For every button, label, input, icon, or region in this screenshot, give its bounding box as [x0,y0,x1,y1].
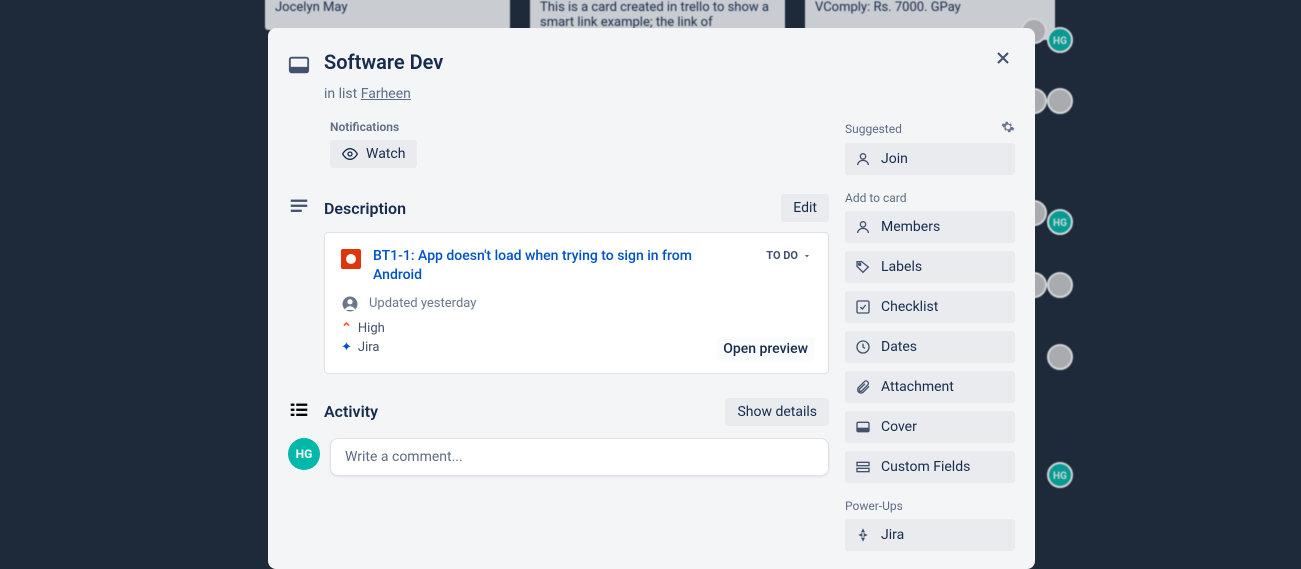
sidebar: Suggested Join Add to card Members [845,120,1015,567]
comment-input[interactable]: Write a comment... [330,438,829,476]
card-list-location: in list Farheen [324,86,1015,102]
edit-description-button[interactable]: Edit [781,194,829,222]
check-icon [855,299,871,315]
status-dropdown[interactable]: TO DO [766,249,812,262]
watch-button[interactable]: Watch [330,140,417,168]
clock-icon [855,339,871,355]
settings-button[interactable] [1001,120,1015,137]
join-button[interactable]: Join [845,143,1015,175]
jira-smartlink-card: BT1-1: App doesn't load when trying to s… [324,232,829,374]
powerups-label: Power-Ups [845,499,1015,513]
activity-icon [288,399,310,425]
jira-powerup-button[interactable]: Jira [845,519,1015,551]
user-icon [341,295,359,313]
card-modal: Software Dev in list Farheen Notificatio… [268,28,1035,569]
custom-fields-button[interactable]: Custom Fields [845,451,1015,483]
jira-bug-icon [341,249,361,269]
priority-tag: ⌃ High [341,321,812,336]
fields-icon [855,459,871,475]
card-title[interactable]: Software Dev [324,50,443,74]
card-icon [288,54,310,80]
close-icon [993,48,1013,68]
dates-button[interactable]: Dates [845,331,1015,363]
smartlink-title[interactable]: BT1-1: App doesn't load when trying to s… [373,247,744,285]
jira-icon [855,527,871,543]
notifications-label: Notifications [330,120,829,134]
card-header: Software Dev [288,50,1015,80]
attachment-button[interactable]: Attachment [845,371,1015,403]
checklist-button[interactable]: Checklist [845,291,1015,323]
cover-button[interactable]: Cover [845,411,1015,443]
description-heading: Description [324,199,767,218]
main-column: Notifications Watch Description Edit BT1… [288,120,829,567]
description-header: Description Edit [288,194,829,222]
activity-header: Activity Show details [288,398,829,426]
user-avatar: HG [288,438,320,470]
user-icon [855,151,871,167]
jira-icon: ✦ [341,340,352,355]
cover-icon [855,419,871,435]
activity-heading: Activity [324,402,711,421]
paperclip-icon [855,379,871,395]
labels-button[interactable]: Labels [845,251,1015,283]
close-button[interactable] [987,42,1019,74]
suggested-label: Suggested [845,120,1015,137]
user-icon [855,219,871,235]
tag-icon [855,259,871,275]
open-preview-button[interactable]: Open preview [717,337,814,361]
list-link[interactable]: Farheen [361,86,411,102]
chevron-down-icon [802,251,812,261]
gear-icon [1001,120,1015,134]
members-button[interactable]: Members [845,211,1015,243]
bg-card: Jocelyn May [265,0,510,30]
smartlink-meta: Updated yesterday [341,295,812,313]
show-details-button[interactable]: Show details [725,398,829,426]
add-to-card-label: Add to card [845,191,1015,205]
eye-icon [342,146,358,162]
description-icon [288,195,310,221]
priority-high-icon: ⌃ [341,321,352,336]
comment-composer: HG Write a comment... [288,438,829,476]
